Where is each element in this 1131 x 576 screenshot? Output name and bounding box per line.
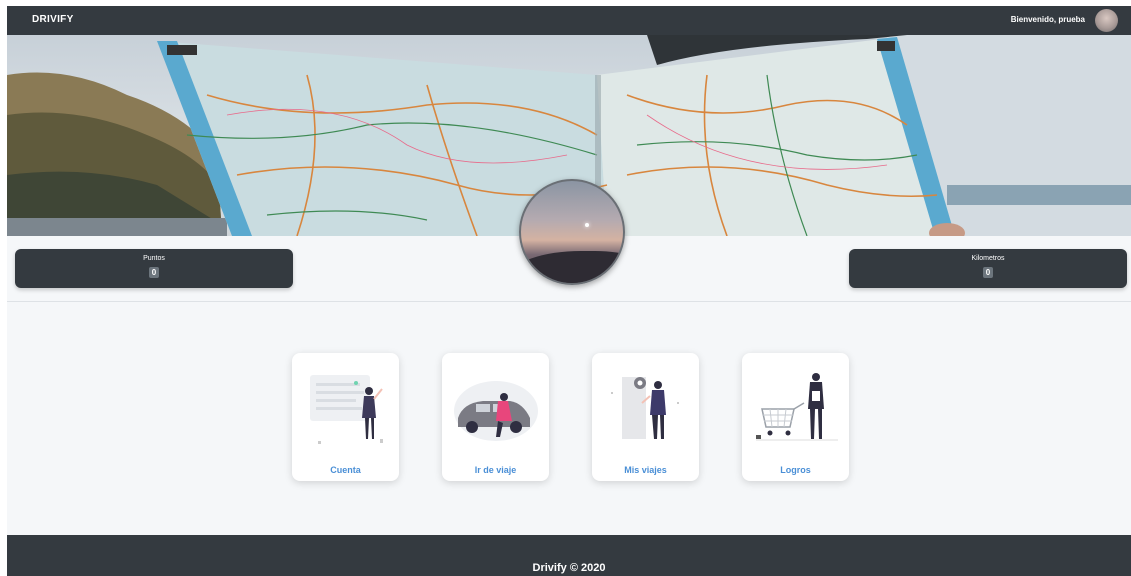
trip-card[interactable]: Ir de viaje	[442, 353, 549, 481]
app-frame: DRIVIFY Bienvenido, prueba Puntos 0 Kilo…	[7, 6, 1131, 576]
welcome-text: Bienvenido, prueba	[1010, 15, 1085, 24]
kilometers-panel: Kilometros 0	[849, 249, 1127, 288]
account-card[interactable]: Cuenta	[292, 353, 399, 481]
user-avatar-icon[interactable]	[1095, 9, 1118, 32]
section-divider	[7, 301, 1131, 302]
trip-card-title: Ir de viaje	[474, 465, 517, 475]
points-badge: 0	[149, 267, 159, 278]
achievements-card-title: Logros	[780, 465, 811, 475]
account-card-title: Cuenta	[330, 465, 361, 475]
shopping-cart-illustration-icon	[756, 373, 838, 441]
navbar: DRIVIFY Bienvenido, prueba	[7, 6, 1131, 35]
brand-logo[interactable]: DRIVIFY	[32, 14, 74, 25]
footer-text: Drivify © 2020	[532, 562, 606, 574]
achievements-card[interactable]: Logros	[742, 353, 849, 481]
my-trips-card-title: Mis viajes	[624, 465, 667, 475]
moon-decoration	[585, 223, 589, 227]
kilometers-badge: 0	[983, 267, 993, 278]
footer: Drivify © 2020	[7, 535, 1131, 576]
profile-picture[interactable]	[519, 179, 625, 285]
my-trips-card[interactable]: Mis viajes	[592, 353, 699, 481]
hill-decoration	[521, 251, 623, 283]
map-pin-illustration-icon	[611, 377, 679, 439]
points-label: Puntos	[143, 255, 165, 262]
account-illustration-icon	[310, 375, 383, 444]
points-panel: Puntos 0	[15, 249, 293, 288]
kilometers-label: Kilometros	[971, 255, 1005, 262]
car-illustration-icon	[454, 381, 538, 441]
